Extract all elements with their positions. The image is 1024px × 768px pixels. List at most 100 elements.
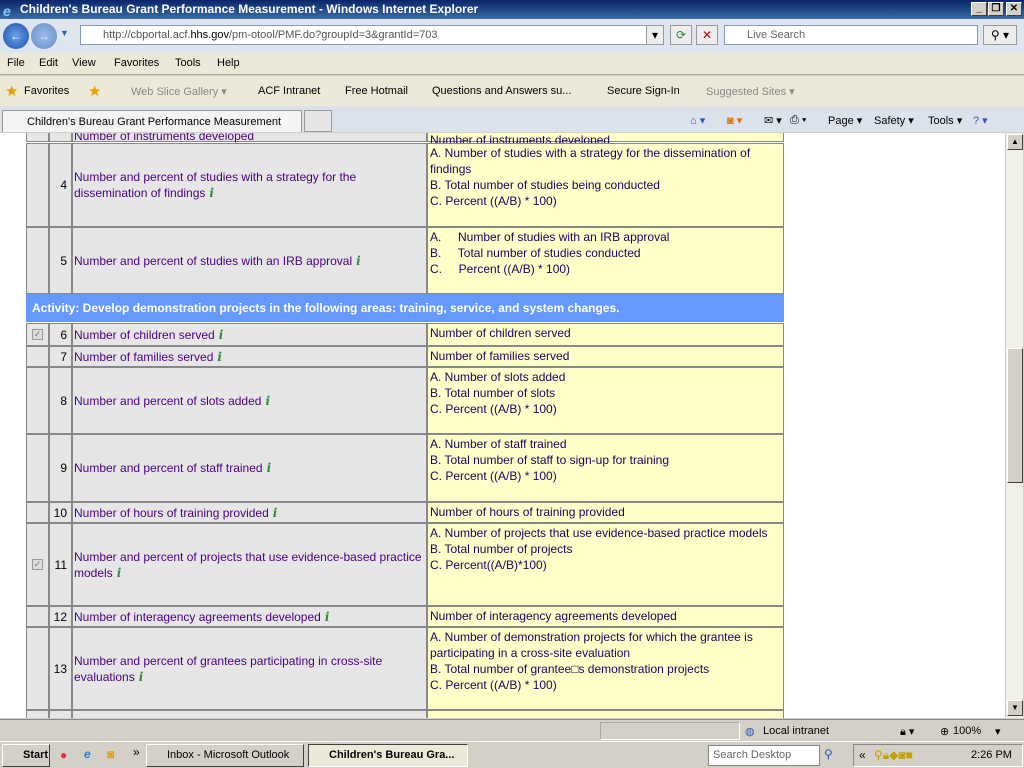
menu-bar: File Edit View Favorites Tools Help: [0, 53, 1024, 75]
taskbar-ie-window[interactable]: Children's Bureau Gra...: [308, 744, 468, 767]
taskbar-outlook[interactable]: Inbox - Microsoft Outlook: [146, 744, 304, 767]
back-button[interactable]: ←: [3, 23, 29, 49]
clock: 2:26 PM: [971, 749, 1012, 761]
stop-icon[interactable]: ✕: [696, 25, 718, 45]
fav-secure-sign-in[interactable]: Secure Sign-In: [607, 85, 680, 97]
address-dropdown-icon[interactable]: ▾: [646, 25, 664, 45]
chrome-icon[interactable]: ●: [60, 748, 67, 762]
maximize-button[interactable]: ❐: [988, 2, 1004, 16]
menu-help[interactable]: Help: [217, 57, 240, 69]
start-button[interactable]: Start: [2, 744, 50, 767]
scroll-down-button[interactable]: ▼: [1007, 700, 1023, 716]
measure-cell: Number of interagency agreements develop…: [72, 606, 427, 627]
fav-questions-answers[interactable]: Questions and Answers su...: [432, 85, 571, 97]
fav-suggested-sites[interactable]: Suggested Sites ▾: [706, 85, 795, 98]
menu-view[interactable]: View: [72, 57, 96, 69]
row-number: 7: [49, 346, 72, 367]
measure-label: Number of hours of training provided: [74, 505, 269, 520]
info-icon[interactable]: i: [219, 328, 224, 342]
mail-icon[interactable]: ✉ ▾: [764, 114, 782, 127]
outlook-icon[interactable]: ◙: [107, 747, 114, 761]
info-icon[interactable]: i: [217, 350, 222, 364]
zoom-dropdown-icon[interactable]: ▾: [995, 725, 1001, 738]
data-cell: Number of hours of training provided: [427, 502, 784, 523]
taskbar: Start ● e ◙ » Inbox - Microsoft Outlook …: [0, 741, 1024, 768]
info-icon[interactable]: i: [267, 461, 272, 475]
ie-icon[interactable]: e: [84, 747, 91, 761]
row-checkbox[interactable]: ✓: [32, 328, 43, 340]
checkbox-cell: [26, 627, 49, 710]
fav-web-slice-gallery[interactable]: Web Slice Gallery ▾: [131, 85, 227, 98]
home-icon[interactable]: ⌂ ▾: [690, 114, 705, 127]
measure-label: Number and percent of grantees participa…: [74, 653, 383, 684]
info-icon[interactable]: i: [356, 254, 361, 268]
vertical-scrollbar[interactable]: ▲ ▼: [1005, 133, 1023, 718]
checkbox-cell: [26, 133, 49, 142]
favorites-bar: ★ Favorites ★ Web Slice Gallery ▾ ACF In…: [0, 76, 1024, 106]
row-number: 4: [49, 143, 72, 227]
checkbox-cell: [26, 367, 49, 434]
search-icon[interactable]: ⚲ ▾: [983, 25, 1017, 45]
checkbox-cell: [26, 502, 49, 523]
protected-mode-icon[interactable]: 🔒︎ ▾: [900, 725, 914, 739]
page-content: Number of instruments developed Number o…: [0, 133, 1005, 718]
data-line: A. Number of studies with an IRB approva…: [430, 230, 670, 244]
checkbox-cell: [26, 227, 49, 294]
info-icon[interactable]: i: [325, 610, 330, 624]
feeds-icon[interactable]: ◙ ▾: [727, 114, 742, 127]
info-icon[interactable]: i: [139, 670, 144, 684]
favorites-button[interactable]: Favorites: [24, 85, 69, 97]
desktop-search-icon[interactable]: ⚲: [824, 747, 833, 761]
table-row: [26, 710, 784, 718]
scroll-thumb[interactable]: [1007, 348, 1023, 483]
fav-acf-intranet[interactable]: ACF Intranet: [258, 85, 320, 97]
zoom-level[interactable]: 100%: [953, 725, 981, 737]
print-icon[interactable]: ⎙ ▾: [790, 114, 806, 127]
desktop-search-input[interactable]: Search Desktop: [708, 745, 820, 766]
live-search-input[interactable]: Live Search: [724, 25, 978, 45]
forward-button[interactable]: →: [31, 23, 57, 49]
window-title: Children's Bureau Grant Performance Meas…: [20, 2, 479, 16]
address-bar[interactable]: http://cbportal.acf.hhs.gov/pm-otool/PMF…: [80, 25, 664, 45]
data-line: Number of hours of training provided: [430, 505, 625, 519]
quicklaunch-more-icon[interactable]: »: [133, 745, 140, 759]
refresh-icon[interactable]: ⟳: [670, 25, 692, 45]
measure-text: Number of interagency agreements develop…: [74, 609, 329, 625]
new-tab-button[interactable]: [304, 110, 332, 132]
recent-pages-icon[interactable]: ▼: [60, 28, 69, 38]
data-line: A. Number of studies with a strategy for…: [430, 146, 754, 176]
menu-favorites[interactable]: Favorites: [114, 57, 159, 69]
data-line: A. Number of slots added: [430, 370, 566, 384]
tools-menu[interactable]: Tools ▾: [928, 114, 962, 127]
info-icon[interactable]: i: [209, 186, 214, 200]
info-icon[interactable]: i: [265, 394, 270, 408]
status-panes: [600, 722, 740, 740]
row-checkbox[interactable]: ✓: [32, 558, 43, 570]
scroll-up-button[interactable]: ▲: [1007, 134, 1023, 150]
data-cell: A. Number of studies with an IRB approva…: [427, 227, 784, 294]
measure-cell: Number and percent of slots added i: [72, 367, 427, 434]
tray-icons[interactable]: ⚲🔒︎◆◙■: [874, 748, 913, 763]
measure-label: Number and percent of studies with a str…: [74, 170, 357, 200]
page-menu[interactable]: Page ▾: [828, 114, 862, 127]
data-cell: A. Number of slots added B. Total number …: [427, 367, 784, 434]
info-icon[interactable]: i: [117, 566, 122, 580]
minimize-button[interactable]: _: [971, 2, 987, 16]
menu-file[interactable]: File: [7, 57, 25, 69]
help-icon[interactable]: ? ▾: [973, 114, 988, 127]
measure-cell: Number of families served i: [72, 346, 427, 367]
menu-edit[interactable]: Edit: [39, 57, 58, 69]
data-line: C. Percent((A/B)*100): [430, 558, 547, 572]
tab-active[interactable]: Children's Bureau Grant Performance Meas…: [2, 110, 302, 132]
safety-menu[interactable]: Safety ▾: [874, 114, 914, 127]
row-number: [49, 710, 72, 718]
table-row: ✓ 6 Number of children served i Number of…: [26, 323, 784, 346]
info-icon[interactable]: i: [273, 506, 278, 520]
row-number: 11: [49, 523, 72, 606]
close-button[interactable]: ✕: [1006, 2, 1022, 16]
fav-free-hotmail[interactable]: Free Hotmail: [345, 85, 408, 97]
add-favorite-icon[interactable]: ★: [88, 82, 101, 100]
data-line: B. Total number of slots: [430, 386, 556, 400]
tray-expand-icon[interactable]: «: [859, 748, 866, 762]
menu-tools[interactable]: Tools: [175, 57, 201, 69]
